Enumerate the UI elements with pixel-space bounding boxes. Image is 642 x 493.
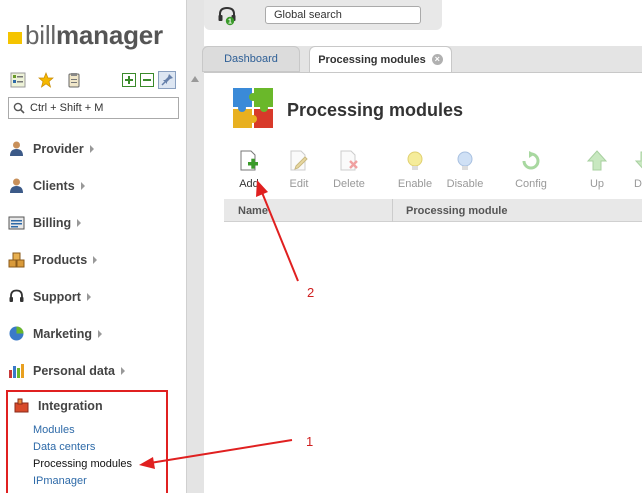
expand-all-icon[interactable] xyxy=(121,72,137,88)
config-icon xyxy=(522,151,540,170)
up-label: Up xyxy=(589,178,605,190)
sidebar-item-label: Integration xyxy=(38,398,103,413)
clipboard-icon[interactable] xyxy=(66,72,82,88)
logo-bold: manager xyxy=(56,19,163,50)
expand-arrow-icon xyxy=(93,255,98,264)
edit-label: Edit xyxy=(289,178,309,190)
main-content xyxy=(204,72,642,493)
expand-arrow-icon xyxy=(120,366,125,375)
sidebar-item-label: Products xyxy=(33,252,88,267)
annotation-number-2: 2 xyxy=(307,285,315,300)
sidebar-nav: Provider Clients Billing Products Suppor… xyxy=(8,130,180,389)
enable-label: Enable xyxy=(397,178,433,190)
edit-icon xyxy=(290,150,308,171)
lightbulb-on-icon xyxy=(407,151,423,170)
sidebar-search-placeholder: Ctrl + Shift + M xyxy=(30,102,104,114)
sidebar-toolbar xyxy=(8,70,180,90)
arrow-up-icon xyxy=(586,150,608,171)
tab-dashboard[interactable]: Dashboard xyxy=(202,46,300,72)
puzzle-icon xyxy=(233,88,273,128)
global-search-input[interactable]: Global search xyxy=(265,6,421,24)
expand-arrow-icon xyxy=(86,292,91,301)
table-header: Name Processing module xyxy=(224,199,642,222)
sidebar-item-label: Support xyxy=(33,289,81,304)
collapse-sidebar-icon[interactable] xyxy=(191,76,199,82)
logo-mark xyxy=(8,32,22,44)
sidebar-item-billing[interactable]: Billing xyxy=(8,204,180,241)
sidebar-search-input[interactable]: Ctrl + Shift + M xyxy=(8,97,179,119)
up-button[interactable]: Up xyxy=(572,150,622,190)
delete-label: Delete xyxy=(333,178,365,190)
logo-light: bill xyxy=(25,19,56,50)
star-icon[interactable] xyxy=(38,72,54,88)
sidebar-item-support[interactable]: Support xyxy=(8,278,180,315)
expand-arrow-icon xyxy=(98,329,103,338)
subitem-processing-modules[interactable]: Processing modules xyxy=(33,458,132,470)
close-tab-icon[interactable]: × xyxy=(431,54,443,65)
arrow-down-icon xyxy=(634,151,642,169)
column-name[interactable]: Name xyxy=(238,205,268,217)
edit-button[interactable]: Edit xyxy=(274,150,324,190)
tree-view-icon[interactable] xyxy=(10,72,26,88)
pie-icon xyxy=(9,326,24,341)
tab-label: Processing modules xyxy=(318,53,426,66)
app-window: billmanager Ctrl + Shift + M Provider Cl… xyxy=(0,0,642,493)
sidebar-item-label: Marketing xyxy=(33,326,93,341)
tab-label: Dashboard xyxy=(224,53,278,65)
integration-section: Integration Modules Data centers Process… xyxy=(6,390,168,493)
sidebar-item-integration[interactable]: Integration xyxy=(14,398,103,413)
config-button[interactable]: Config xyxy=(506,150,556,190)
sidebar-item-products[interactable]: Products xyxy=(8,241,180,278)
sidebar-splitter[interactable] xyxy=(186,0,204,493)
headset-icon xyxy=(9,289,24,302)
add-icon xyxy=(240,150,258,171)
integration-icon xyxy=(14,398,29,413)
page-title: Processing modules xyxy=(287,100,464,120)
sidebar-item-label: Provider xyxy=(33,141,84,156)
sidebar-item-label: Personal data xyxy=(33,363,115,378)
sidebar: billmanager Ctrl + Shift + M Provider Cl… xyxy=(0,0,186,493)
down-label: D xyxy=(634,178,642,190)
delete-icon xyxy=(340,150,358,171)
subitem-data-centers[interactable]: Data centers xyxy=(33,441,95,453)
subitem-ipmanager[interactable]: IPmanager xyxy=(33,475,87,487)
logo-text: billmanager xyxy=(25,20,163,51)
expand-arrow-icon xyxy=(77,218,82,227)
annotation-number-1: 1 xyxy=(306,434,314,449)
billing-icon xyxy=(8,216,25,230)
delete-button[interactable]: Delete xyxy=(324,150,374,190)
sidebar-item-marketing[interactable]: Marketing xyxy=(8,315,180,352)
search-icon xyxy=(13,102,25,114)
sidebar-item-label: Billing xyxy=(33,215,72,230)
support-notification-icon[interactable]: 1 xyxy=(217,6,237,26)
config-label: Config xyxy=(515,178,547,190)
column-processing-module[interactable]: Processing module xyxy=(406,205,507,217)
person-icon xyxy=(10,178,23,193)
expand-arrow-icon xyxy=(80,181,85,190)
sidebar-item-clients[interactable]: Clients xyxy=(8,167,180,204)
sidebar-item-provider[interactable]: Provider xyxy=(8,130,180,167)
add-label: Add xyxy=(239,178,259,190)
person-icon xyxy=(10,141,23,156)
down-button[interactable]: D xyxy=(622,150,642,190)
sidebar-item-label: Clients xyxy=(33,178,75,193)
disable-label: Disable xyxy=(446,178,484,190)
pin-icon[interactable] xyxy=(158,71,176,89)
column-divider[interactable] xyxy=(392,199,393,222)
barchart-icon xyxy=(9,364,24,378)
disable-button[interactable]: Disable xyxy=(440,150,490,190)
add-button[interactable]: Add xyxy=(224,150,274,190)
collapse-all-icon[interactable] xyxy=(139,72,155,88)
tab-processing-modules[interactable]: Processing modules × xyxy=(309,46,452,72)
logo: billmanager xyxy=(8,20,163,50)
expand-arrow-icon xyxy=(89,144,94,153)
enable-button[interactable]: Enable xyxy=(390,150,440,190)
products-icon xyxy=(8,252,25,268)
lightbulb-off-icon xyxy=(457,151,473,170)
notify-count: 1 xyxy=(228,19,232,26)
sidebar-item-personal-data[interactable]: Personal data xyxy=(8,352,180,389)
subitem-modules[interactable]: Modules xyxy=(33,424,75,436)
